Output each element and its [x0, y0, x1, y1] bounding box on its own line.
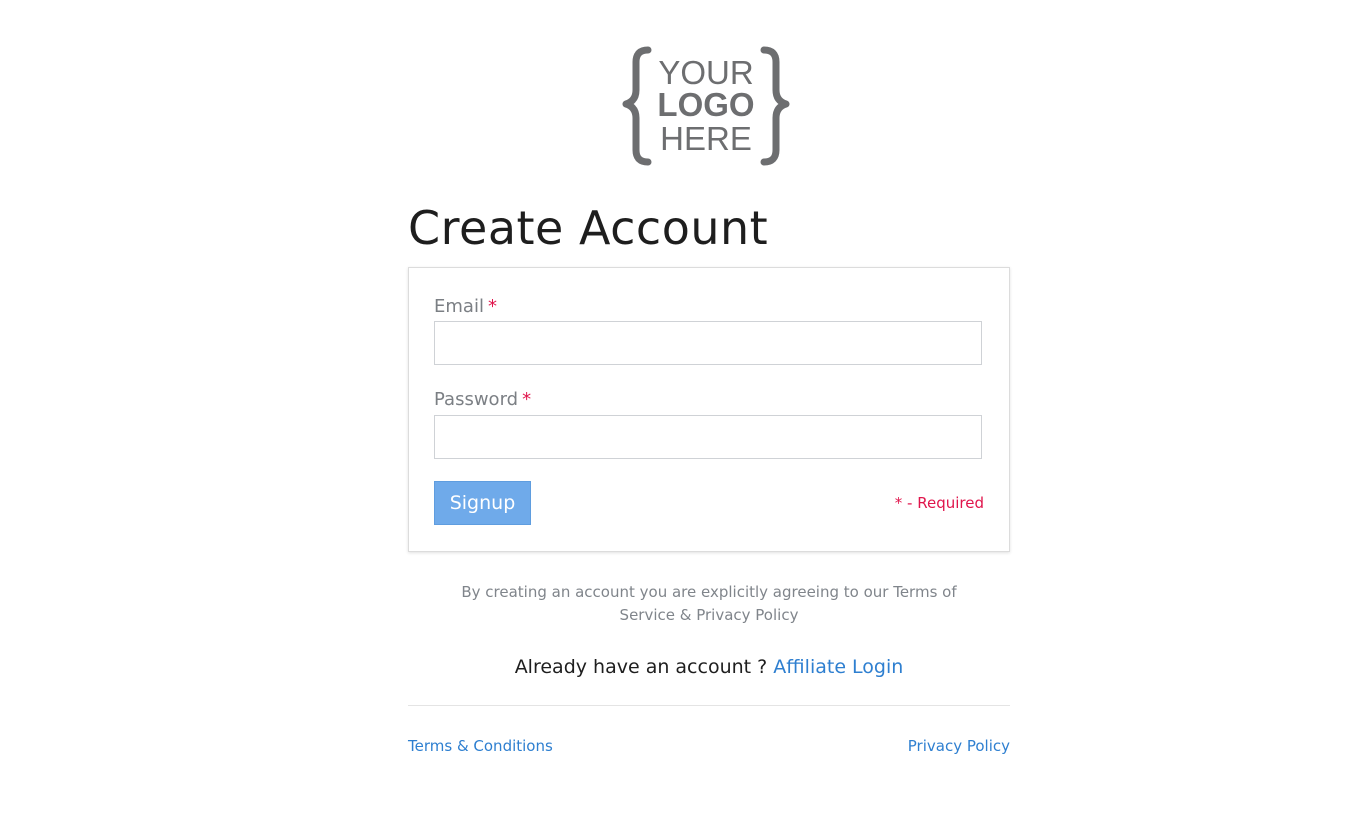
login-prompt: Already have an account ? Affiliate Logi…: [408, 656, 1010, 678]
email-label-text: Email: [434, 296, 484, 317]
page-title: Create Account: [408, 201, 769, 255]
password-label: Password *: [434, 388, 531, 412]
logo-line-3: HERE: [660, 120, 752, 157]
signup-button[interactable]: Signup: [434, 481, 531, 525]
password-required-marker: *: [522, 389, 532, 410]
agreement-text: By creating an account you are explicitl…: [461, 583, 957, 624]
footer-divider: [408, 705, 1010, 706]
affiliate-login-link[interactable]: Affiliate Login: [773, 656, 903, 678]
email-label: Email *: [434, 295, 497, 319]
login-prompt-text: Already have an account ?: [514, 656, 768, 678]
required-note: * - Required: [894, 494, 984, 512]
email-input[interactable]: [434, 321, 982, 365]
left-brace-icon: [622, 46, 652, 166]
signup-form-card: Email * Password * Signup * - Required: [408, 267, 1010, 552]
logo: YOUR LOGO HERE: [622, 46, 790, 166]
page: YOUR LOGO HERE Create Account Email * Pas…: [0, 0, 1372, 832]
password-label-text: Password: [434, 389, 519, 410]
logo-line-2: LOGO: [657, 86, 754, 123]
email-required-marker: *: [487, 296, 497, 317]
privacy-policy-link[interactable]: Privacy Policy: [908, 737, 1010, 755]
right-brace-icon: [760, 46, 790, 166]
terms-conditions-link[interactable]: Terms & Conditions: [408, 737, 553, 755]
password-input[interactable]: [434, 415, 982, 459]
